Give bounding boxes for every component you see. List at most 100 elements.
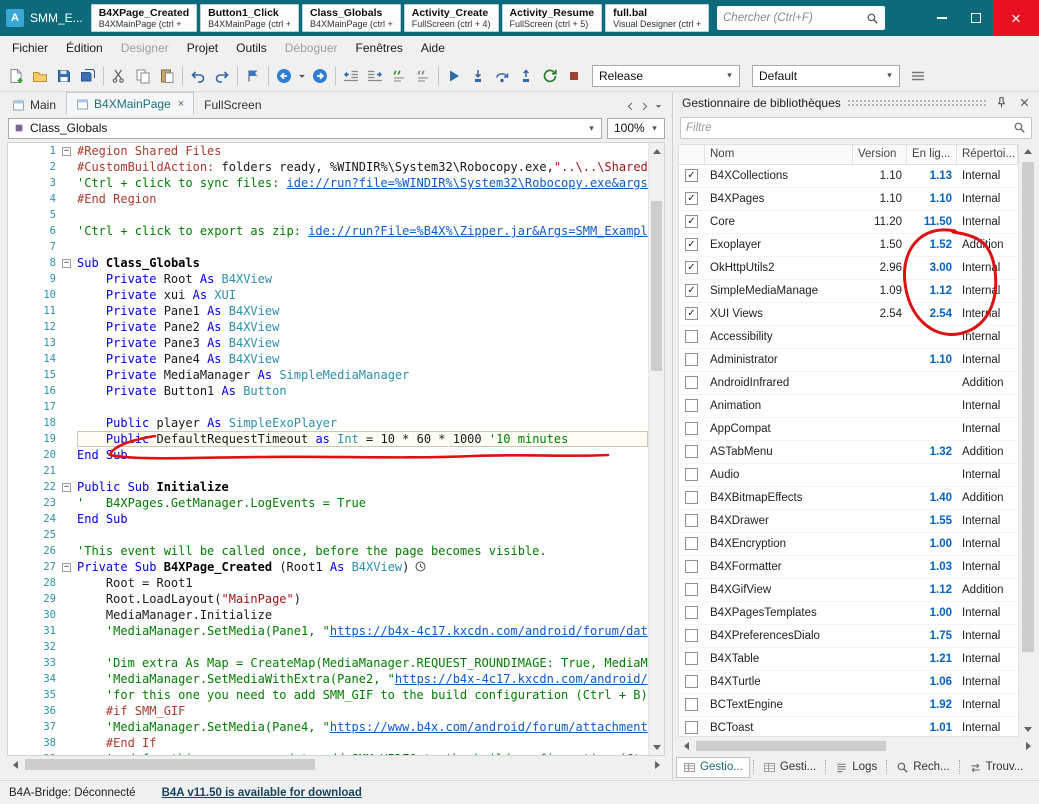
update-download-link[interactable]: B4A v11.50 is available for download (162, 787, 362, 799)
breakpoint-margin[interactable] (8, 239, 20, 255)
library-row[interactable]: ✓B4XPages1.101.10Internal (679, 188, 1018, 211)
library-row[interactable]: B4XFormatter1.03Internal (679, 556, 1018, 579)
search-input[interactable] (723, 12, 866, 24)
caret-down-icon[interactable] (653, 101, 664, 112)
scroll-down-icon[interactable] (649, 739, 664, 755)
build-configuration-combo[interactable]: Release▾ (592, 65, 740, 87)
tab-scroll-left-icon[interactable] (625, 101, 636, 112)
run-button[interactable] (442, 64, 466, 88)
code-line-35[interactable]: 35 'for this one you need to add SMM_GIF… (8, 687, 648, 703)
library-checkbox[interactable] (685, 399, 698, 412)
menu-item-aide[interactable]: Aide (412, 39, 454, 57)
library-horizontal-scrollbar[interactable] (678, 739, 1036, 753)
code-line-2[interactable]: 2#CustomBuildAction: folders ready, %WIN… (8, 159, 648, 175)
bookmark-tab[interactable]: Class_GlobalsB4XMainPage (ctrl + (302, 4, 401, 32)
save-button[interactable] (52, 64, 76, 88)
redo-button[interactable] (210, 64, 234, 88)
breakpoint-margin[interactable] (8, 463, 20, 479)
library-row[interactable]: ✓Exoplayer1.501.52Addition (679, 234, 1018, 257)
library-checkbox[interactable] (685, 514, 698, 527)
library-checkbox[interactable] (685, 560, 698, 573)
breakpoint-margin[interactable] (8, 591, 20, 607)
library-checkbox[interactable]: ✓ (685, 169, 698, 182)
new-file-button[interactable] (4, 64, 28, 88)
maximize-button[interactable] (959, 0, 993, 36)
code-line-25[interactable]: 25 (8, 527, 648, 543)
fold-collapse-icon[interactable]: − (62, 483, 71, 492)
library-checkbox[interactable]: ✓ (685, 284, 698, 297)
code-line-27[interactable]: 27−Private Sub B4XPage_Created (Root1 As… (8, 559, 648, 575)
breakpoint-margin[interactable] (8, 159, 20, 175)
outdent-button[interactable] (339, 64, 363, 88)
minimize-button[interactable] (925, 0, 959, 36)
breakpoint-margin[interactable] (8, 559, 20, 575)
library-checkbox[interactable] (685, 606, 698, 619)
code-line-33[interactable]: 33 'Dim extra As Map = CreateMap(MediaMa… (8, 655, 648, 671)
panel-tab-rech[interactable]: Rech... (890, 758, 955, 777)
scroll-down-icon[interactable] (1020, 721, 1036, 737)
library-row[interactable]: ✓XUI Views2.542.54Internal (679, 303, 1018, 326)
code-line-5[interactable]: 5 (8, 207, 648, 223)
code-line-4[interactable]: 4#End Region (8, 191, 648, 207)
breakpoint-margin[interactable] (8, 223, 20, 239)
bookmark-tab[interactable]: Activity_CreateFullScreen (ctrl + 4) (404, 4, 499, 32)
code-line-31[interactable]: 31 'MediaManager.SetMedia(Pane1, "https:… (8, 623, 648, 639)
breakpoint-margin[interactable] (8, 495, 20, 511)
scroll-left-icon[interactable] (7, 757, 23, 772)
column-header-En lig...[interactable]: En lig... (907, 145, 957, 164)
scroll-right-icon[interactable] (649, 757, 665, 772)
library-checkbox[interactable] (685, 652, 698, 665)
code-editor[interactable]: 1−#Region Shared Files2#CustomBuildActio… (7, 142, 665, 756)
code-line-12[interactable]: 12 Private Pane2 As B4XView (8, 319, 648, 335)
scroll-up-icon[interactable] (649, 143, 664, 159)
library-row[interactable]: B4XEncryption1.00Internal (679, 533, 1018, 556)
library-checkbox[interactable] (685, 353, 698, 366)
doc-tab-main[interactable]: Main (2, 94, 66, 115)
code-line-19[interactable]: 19 Public DefaultRequestTimeout as Int =… (8, 431, 648, 447)
column-header-Nom[interactable]: Nom (705, 145, 853, 164)
code-line-6[interactable]: 6'Ctrl + click to export as zip: ide://r… (8, 223, 648, 239)
library-row[interactable]: AndroidInfraredAddition (679, 372, 1018, 395)
bookmark-tab[interactable]: B4XPage_CreatedB4XMainPage (ctrl + (91, 4, 197, 32)
code-line-11[interactable]: 11 Private Pane1 As B4XView (8, 303, 648, 319)
breakpoint-margin[interactable] (8, 351, 20, 367)
panel-tab-gesti[interactable]: Gesti... (757, 758, 822, 777)
scroll-right-icon[interactable] (1020, 739, 1036, 753)
breakpoint-margin[interactable] (8, 703, 20, 719)
close-panel-button[interactable] (1016, 94, 1033, 111)
code-line-32[interactable]: 32 (8, 639, 648, 655)
library-vertical-scrollbar[interactable] (1020, 144, 1036, 737)
code-line-36[interactable]: 36 #if SMM_GIF (8, 703, 648, 719)
library-row[interactable]: AudioInternal (679, 464, 1018, 487)
menu-item-dboguer[interactable]: Déboguer (276, 39, 347, 57)
editor-vscroll-thumb[interactable] (651, 201, 662, 371)
open-folder-button[interactable] (28, 64, 52, 88)
panel-drag-handle[interactable] (847, 99, 987, 107)
menu-item-projet[interactable]: Projet (178, 39, 227, 57)
editor-hscroll-thumb[interactable] (25, 759, 315, 770)
code-line-3[interactable]: 3'Ctrl + click to sync files: ide://run?… (8, 175, 648, 191)
forward-button[interactable] (308, 64, 332, 88)
breakpoint-margin[interactable] (8, 175, 20, 191)
scroll-left-icon[interactable] (678, 739, 694, 753)
menu-item-designer[interactable]: Designer (112, 39, 178, 57)
library-row[interactable]: ✓Core11.2011.50Internal (679, 211, 1018, 234)
breakpoint-margin[interactable] (8, 479, 20, 495)
bookmark-tab[interactable]: Button1_ClickB4XMainPage (ctrl + (200, 4, 299, 32)
library-checkbox[interactable] (685, 537, 698, 550)
code-line-28[interactable]: 28 Root = Root1 (8, 575, 648, 591)
pin-panel-button[interactable] (993, 94, 1010, 111)
library-checkbox[interactable]: ✓ (685, 238, 698, 251)
code-line-7[interactable]: 7 (8, 239, 648, 255)
library-checkbox[interactable] (685, 721, 698, 734)
code-line-34[interactable]: 34 'MediaManager.SetMediaWithExtra(Pane2… (8, 671, 648, 687)
library-checkbox[interactable] (685, 468, 698, 481)
breakpoint-margin[interactable] (8, 191, 20, 207)
step-into-button[interactable] (466, 64, 490, 88)
library-row[interactable]: ✓B4XCollections1.101.13Internal (679, 165, 1018, 188)
code-line-39[interactable]: 39 'and for this one you need to add SMM… (8, 751, 648, 755)
doc-tab-fullscreen[interactable]: FullScreen (194, 94, 271, 115)
library-row[interactable]: AnimationInternal (679, 395, 1018, 418)
cut-button[interactable] (107, 64, 131, 88)
breakpoint-margin[interactable] (8, 431, 20, 447)
